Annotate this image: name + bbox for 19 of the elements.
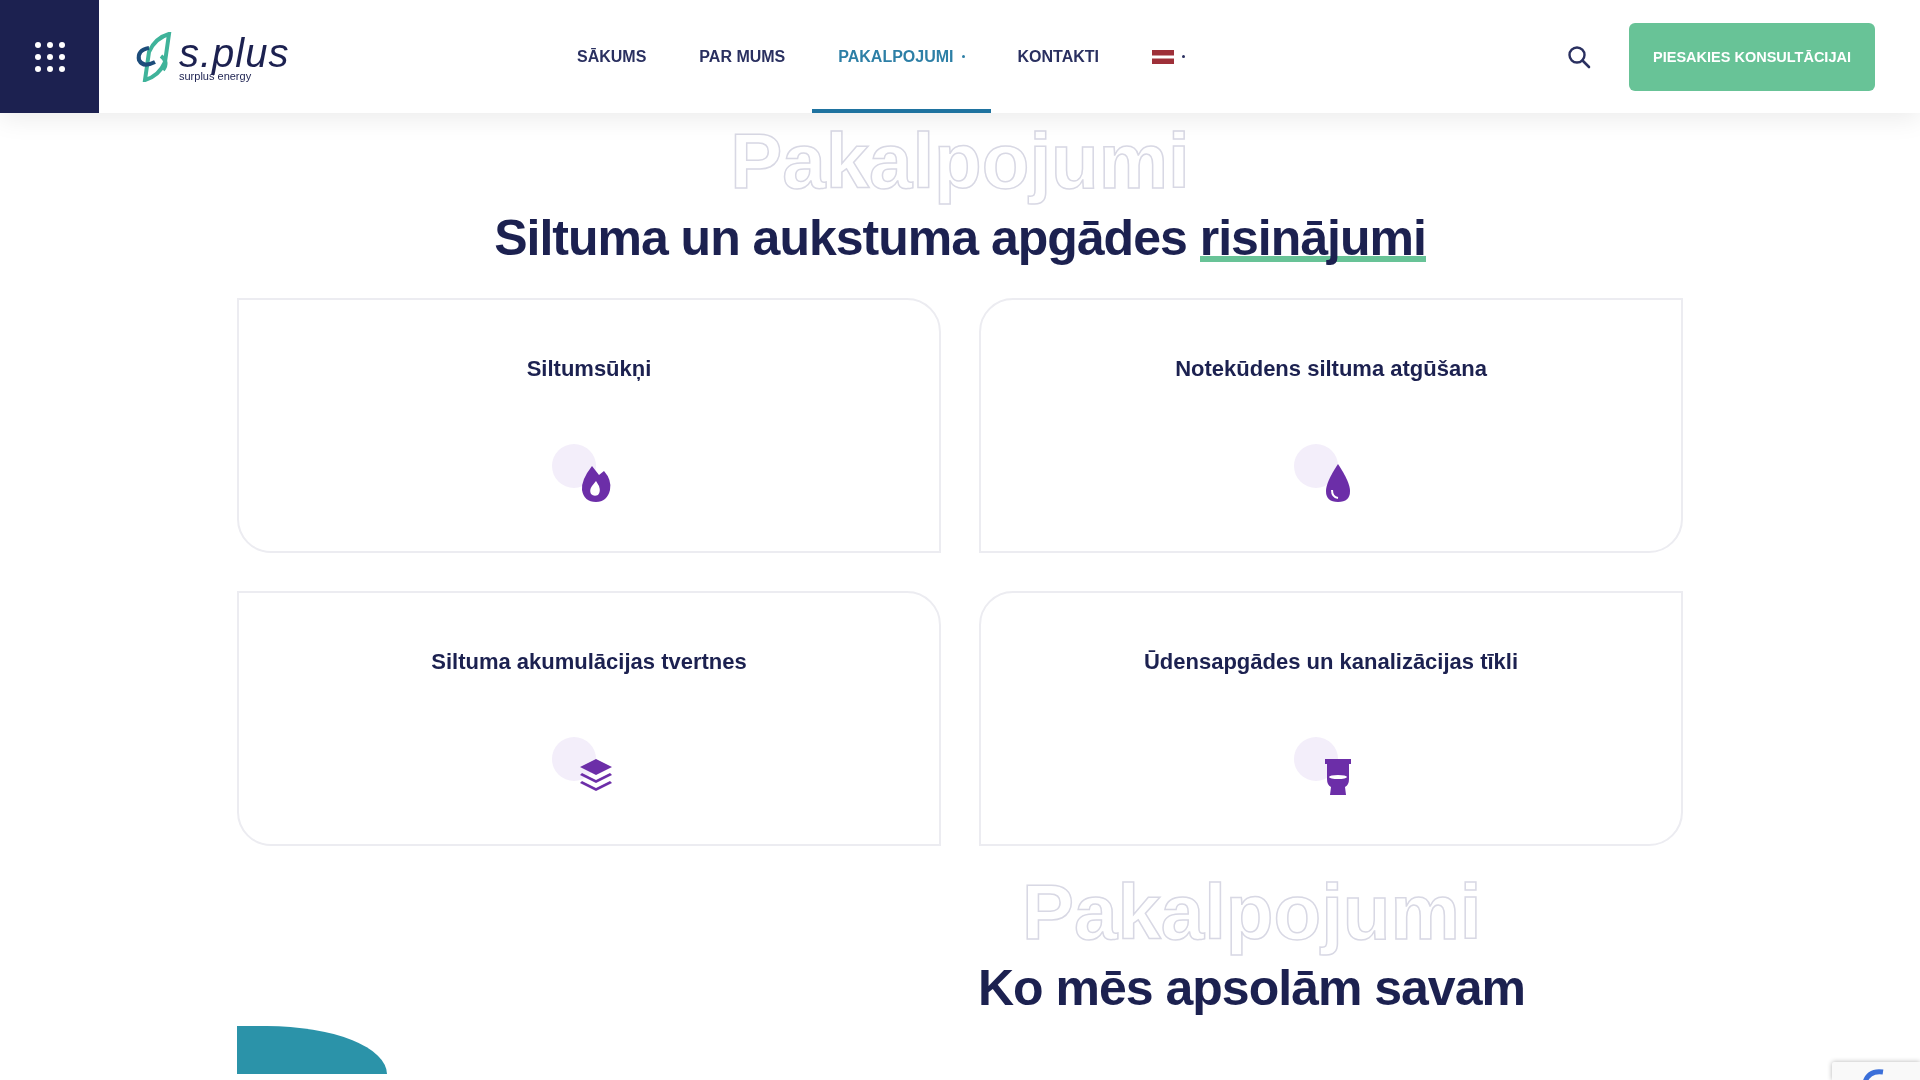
nav-link[interactable]: PAR MUMS [673,0,812,113]
service-card[interactable]: Siltumsūkņi [237,297,941,553]
service-card[interactable]: Notekūdens siltuma atgūšana [979,297,1683,553]
service-card[interactable]: Siltuma akumulācijas tvertnes [237,590,941,846]
card-title: Notekūdens siltuma atgūšana [1175,355,1487,382]
flag-icon [1152,49,1174,64]
section-heading: Siltuma un aukstuma apgādes risinājumi [494,210,1426,266]
menu-button[interactable] [0,0,99,113]
nav-link[interactable]: PAKALPOJUMI [812,0,991,113]
service-card[interactable]: Ūdensapgādes un kanalizācijas tīkli [979,590,1683,846]
card-title: Ūdensapgādes un kanalizācijas tīkli [1143,648,1519,675]
section-heading: Ko mēs apsolām savam [978,961,1525,1016]
nav-link[interactable]: SĀKUMS [551,0,673,113]
dots-grid-icon [33,40,66,73]
nav-link[interactable]: KONTAKTI [991,0,1125,113]
card-title: Siltumsūkņi [526,355,652,382]
corner-badge-icon[interactable] [1832,1062,1920,1080]
search-icon[interactable] [1567,44,1591,69]
card-title: Siltuma akumulācijas tvertnes [431,648,747,675]
